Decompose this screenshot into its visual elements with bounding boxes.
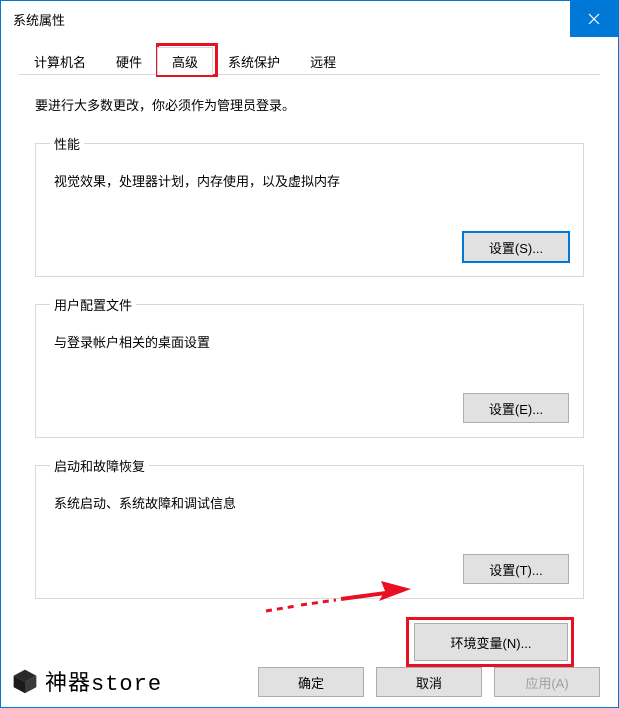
watermark-text: 神器store bbox=[45, 665, 162, 697]
group-performance-legend: 性能 bbox=[50, 134, 84, 153]
ok-button[interactable]: 确定 bbox=[258, 667, 364, 697]
cancel-button[interactable]: 取消 bbox=[376, 667, 482, 697]
tab-advanced[interactable]: 高级 bbox=[157, 47, 213, 75]
group-startup-recovery-legend: 启动和故障恢复 bbox=[50, 456, 149, 475]
group-performance: 性能 视觉效果，处理器计划，内存使用，以及虚拟内存 设置(S)... bbox=[35, 134, 584, 277]
titlebar: 系统属性 bbox=[1, 1, 618, 37]
watermark-text-en: store bbox=[91, 672, 162, 697]
tab-remote[interactable]: 远程 bbox=[295, 47, 351, 74]
tab-computer-name[interactable]: 计算机名 bbox=[19, 47, 101, 74]
env-button-row: 环境变量(N)... bbox=[35, 617, 584, 661]
profiles-settings-button[interactable]: 设置(E)... bbox=[463, 393, 569, 423]
admin-notice-text: 要进行大多数更改，你必须作为管理员登录。 bbox=[35, 95, 584, 114]
system-properties-window: 系统属性 计算机名 硬件 高级 系统保护 远程 要进行大多数更改，你必须作为管理… bbox=[0, 0, 619, 708]
group-startup-recovery: 启动和故障恢复 系统启动、系统故障和调试信息 设置(T)... bbox=[35, 456, 584, 599]
close-icon bbox=[588, 13, 600, 25]
tab-system-protection[interactable]: 系统保护 bbox=[213, 47, 295, 74]
group-performance-desc: 视觉效果，处理器计划，内存使用，以及虚拟内存 bbox=[54, 171, 569, 190]
watermark-cube-icon bbox=[11, 667, 39, 695]
tab-panel-advanced: 要进行大多数更改，你必须作为管理员登录。 性能 视觉效果，处理器计划，内存使用，… bbox=[19, 75, 600, 671]
content-area: 计算机名 硬件 高级 系统保护 远程 要进行大多数更改，你必须作为管理员登录。 … bbox=[1, 37, 618, 671]
tab-hardware[interactable]: 硬件 bbox=[101, 47, 157, 74]
group-startup-recovery-desc: 系统启动、系统故障和调试信息 bbox=[54, 493, 569, 512]
window-title: 系统属性 bbox=[13, 10, 65, 29]
watermark-text-cn: 神器 bbox=[45, 670, 91, 695]
apply-button[interactable]: 应用(A) bbox=[494, 667, 600, 697]
startup-settings-button[interactable]: 设置(T)... bbox=[463, 554, 569, 584]
group-user-profiles: 用户配置文件 与登录帐户相关的桌面设置 设置(E)... bbox=[35, 295, 584, 438]
group-user-profiles-legend: 用户配置文件 bbox=[50, 295, 136, 314]
performance-settings-button[interactable]: 设置(S)... bbox=[463, 232, 569, 262]
environment-variables-button[interactable]: 环境变量(N)... bbox=[414, 623, 568, 661]
close-button[interactable] bbox=[570, 1, 618, 37]
dialog-button-bar: 确定 取消 应用(A) bbox=[258, 667, 600, 697]
group-user-profiles-desc: 与登录帐户相关的桌面设置 bbox=[54, 332, 569, 351]
tab-strip: 计算机名 硬件 高级 系统保护 远程 bbox=[19, 47, 600, 75]
watermark: 神器store bbox=[11, 665, 162, 697]
